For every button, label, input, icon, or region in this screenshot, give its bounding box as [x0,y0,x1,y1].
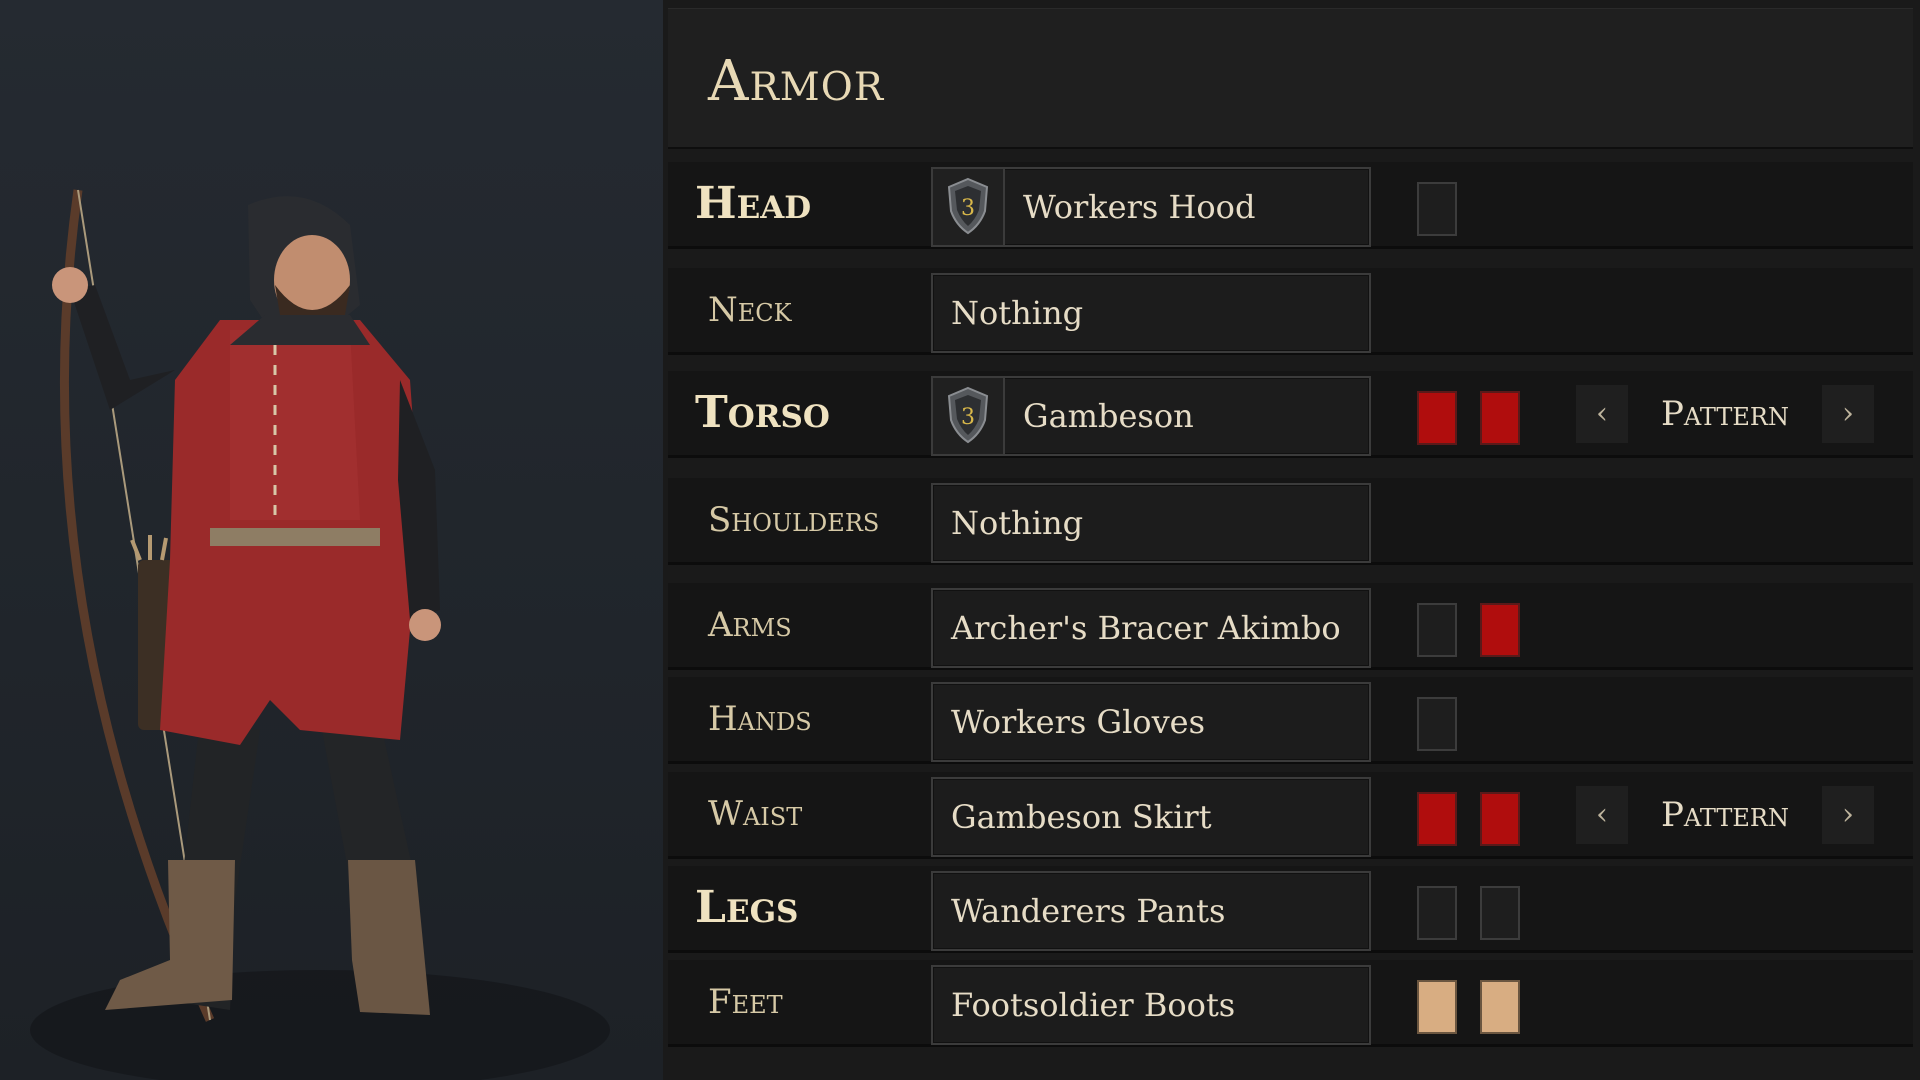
item-selector-waist[interactable]: Gambeson Skirt [931,777,1371,857]
slot-row-arms: Arms Archer's Bracer Akimbo [668,583,1913,670]
slot-label-legs: Legs [695,882,799,933]
chevron-left-icon[interactable]: ‹ [1576,385,1628,443]
slot-row-waist: Waist Gambeson Skirt ‹ Pattern › [668,772,1913,859]
slot-label-shoulders: Shoulders [708,500,880,540]
item-selector-torso[interactable]: 3 Gambeson [931,376,1371,456]
item-name: Wanderers Pants [951,892,1226,930]
color-swatch-primary[interactable] [1417,886,1457,940]
slot-label-waist: Waist [708,794,803,834]
color-swatch-secondary[interactable] [1480,391,1520,445]
character-model-image [30,189,610,1080]
item-selector-arms[interactable]: Archer's Bracer Akimbo [931,588,1371,668]
item-name: Gambeson [1023,397,1194,435]
character-preview[interactable] [0,0,663,1080]
item-name: Nothing [951,504,1084,542]
item-selector-legs[interactable]: Wanderers Pants [931,871,1371,951]
chevron-right-icon[interactable]: › [1822,786,1874,844]
item-name: Workers Hood [1023,188,1256,226]
color-swatch-primary[interactable] [1417,980,1457,1034]
slot-label-hands: Hands [708,699,812,739]
color-swatch-primary[interactable] [1417,697,1457,751]
chevron-right-icon[interactable]: › [1822,385,1874,443]
color-swatch-primary[interactable] [1417,603,1457,657]
slot-label-torso: Torso [695,387,830,438]
panel-header: Armor [668,8,1913,149]
item-name: Archer's Bracer Akimbo [951,609,1341,647]
color-swatch-primary[interactable] [1417,182,1457,236]
tier-number: 3 [961,196,975,221]
armor-panel: Armor Head 3 Workers Hood Neck Nothing T… [663,0,1920,1080]
pattern-selector: ‹ Pattern › [1576,786,1874,844]
slot-row-neck: Neck Nothing [668,268,1913,355]
color-swatch-secondary[interactable] [1480,980,1520,1034]
slot-row-legs: Legs Wanderers Pants [668,866,1913,953]
pattern-label: Pattern [1661,394,1789,434]
color-swatch-secondary[interactable] [1480,792,1520,846]
slot-label-arms: Arms [708,605,792,645]
color-swatch-secondary[interactable] [1480,603,1520,657]
tier-number: 3 [961,405,975,430]
shield-icon: 3 [947,177,989,235]
color-swatch-primary[interactable] [1417,792,1457,846]
item-selector-shoulders[interactable]: Nothing [931,483,1371,563]
tier-badge: 3 [933,378,1005,454]
slot-row-torso: Torso 3 Gambeson ‹ Pattern › [668,371,1913,458]
slot-label-head: Head [695,178,812,229]
panel-title: Armor [708,49,885,114]
slot-row-shoulders: Shoulders Nothing [668,478,1913,565]
color-swatch-secondary[interactable] [1480,886,1520,940]
pattern-selector: ‹ Pattern › [1576,385,1874,443]
slot-row-head: Head 3 Workers Hood [668,162,1913,249]
chevron-left-icon[interactable]: ‹ [1576,786,1628,844]
pattern-label: Pattern [1661,795,1789,835]
shield-icon: 3 [947,386,989,444]
tier-badge: 3 [933,169,1005,245]
item-selector-feet[interactable]: Footsoldier Boots [931,965,1371,1045]
slot-row-hands: Hands Workers Gloves [668,677,1913,764]
color-swatch-primary[interactable] [1417,391,1457,445]
slot-label-neck: Neck [708,290,792,330]
item-name: Nothing [951,294,1084,332]
slot-label-feet: Feet [708,982,783,1022]
item-selector-hands[interactable]: Workers Gloves [931,682,1371,762]
item-selector-neck[interactable]: Nothing [931,273,1371,353]
slot-row-feet: Feet Footsoldier Boots [668,960,1913,1047]
item-selector-head[interactable]: 3 Workers Hood [931,167,1371,247]
item-name: Gambeson Skirt [951,798,1212,836]
item-name: Workers Gloves [951,703,1205,741]
item-name: Footsoldier Boots [951,986,1236,1024]
